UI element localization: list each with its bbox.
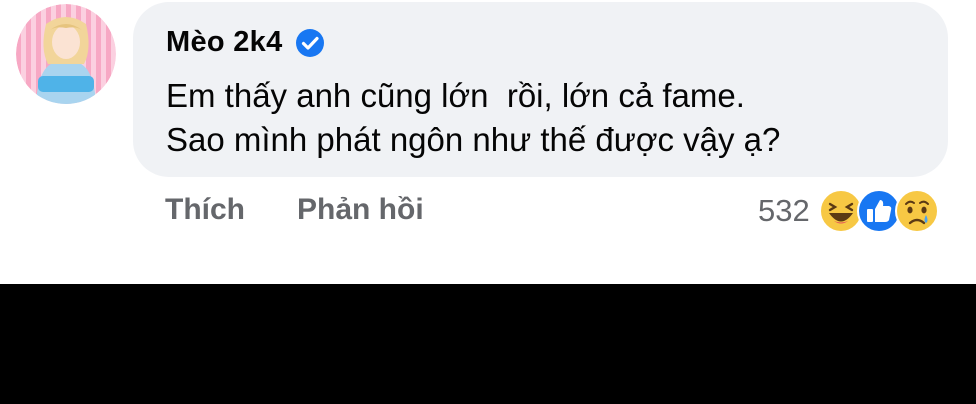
comment-area: Mèo 2k4 Em thấy anh cũng lớn rồi, lớn cả… xyxy=(0,0,976,284)
reaction-count: 532 xyxy=(758,193,810,228)
reaction-summary[interactable]: 532 xyxy=(758,188,940,234)
comment-bubble: Mèo 2k4 Em thấy anh cũng lớn rồi, lớn cả… xyxy=(133,2,948,177)
reply-button[interactable]: Phản hồi xyxy=(297,193,424,227)
avatar-image xyxy=(16,4,116,104)
author-name[interactable]: Mèo 2k4 xyxy=(166,26,283,59)
sad-icon xyxy=(894,189,939,233)
comment-actions: Thích Phản hồi xyxy=(165,193,476,227)
author-row: Mèo 2k4 xyxy=(166,26,325,59)
comment-text: Em thấy anh cũng lớn rồi, lớn cả fame. S… xyxy=(166,77,781,158)
avatar[interactable] xyxy=(16,4,116,104)
like-button[interactable]: Thích xyxy=(165,193,245,227)
reaction-icons xyxy=(818,188,940,234)
black-band xyxy=(0,284,976,404)
verified-badge-icon xyxy=(295,28,324,57)
